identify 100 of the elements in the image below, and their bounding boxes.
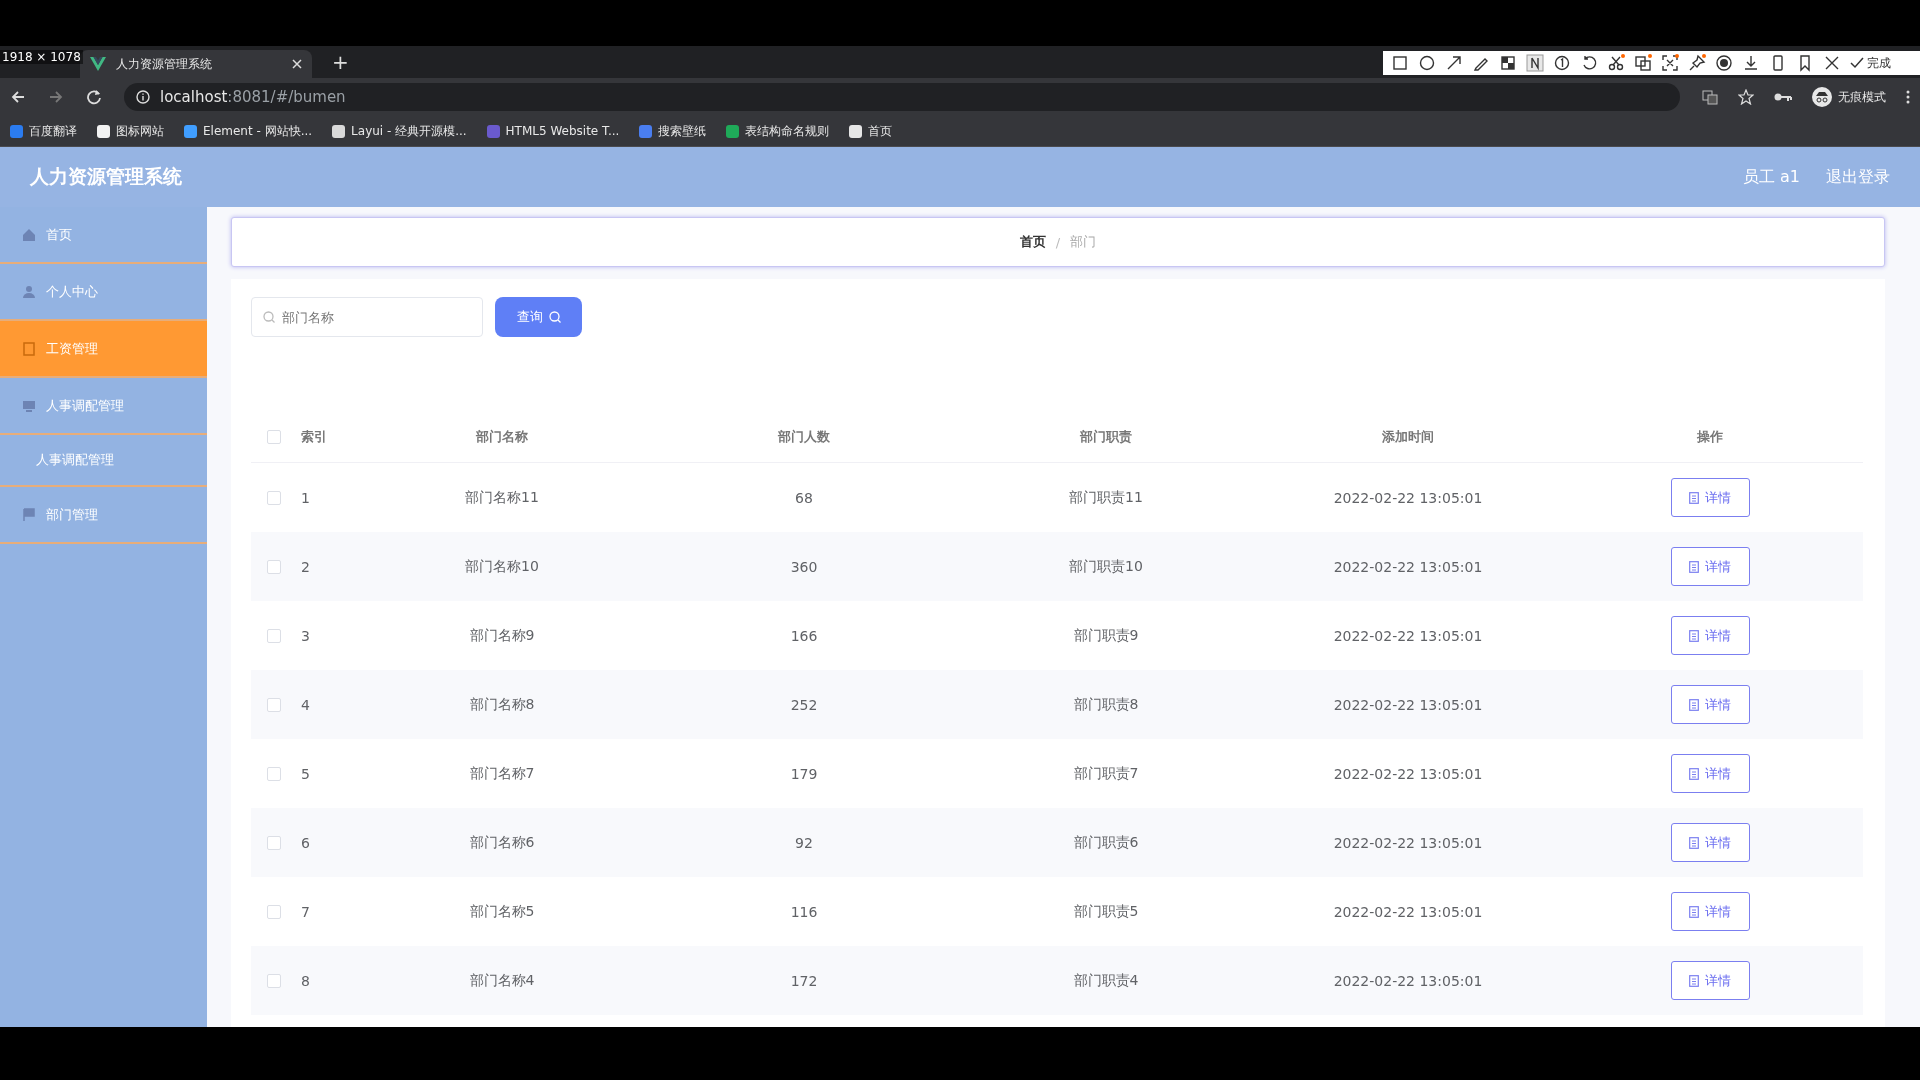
breadcrumb-item[interactable]: 部门 [1070,233,1097,251]
search-button[interactable]: 查询 [495,297,582,337]
checkbox[interactable] [267,697,281,712]
table-cell: 179 [790,765,818,782]
breadcrumb-separator: / [1055,234,1061,250]
column-header: 操作 [1697,428,1723,446]
table-cell: 8 [301,972,310,989]
address-bar[interactable]: localhost:8081/#/bumen [124,83,1680,111]
browser-tab[interactable]: 人力资源管理系统 [80,50,312,78]
forward-icon [48,89,64,105]
table-cell: 部门职责10 [1069,557,1143,576]
done-button[interactable]: 完成 [1850,54,1891,72]
bookmark[interactable]: 图标网站 [97,122,164,140]
rectangle-icon[interactable] [1391,54,1409,72]
bookmark[interactable]: 百度翻译 [10,122,77,140]
details-button[interactable]: 详情 [1670,685,1750,724]
search-field[interactable]: 部门名称 [251,297,483,337]
document-icon [1689,560,1699,573]
mosaic-icon[interactable] [1499,54,1517,72]
checkbox[interactable] [267,628,281,643]
table-cell: 2022-02-22 13:05:01 [1333,489,1483,506]
checkbox[interactable] [267,766,281,781]
breadcrumb-item[interactable]: 首页 [1019,233,1046,251]
bookmark[interactable]: 表结构命名规则 [726,122,830,140]
scissors-icon[interactable] [1607,54,1625,72]
details-button[interactable]: 详情 [1670,823,1750,862]
table-cell: 部门名称11 [465,488,539,507]
pin-icon[interactable] [1688,54,1706,72]
column-header: 部门职责 [1080,428,1132,446]
table-cell: 4 [301,696,310,713]
record-icon[interactable] [1715,54,1733,72]
table-cell: 2022-02-22 13:05:01 [1333,558,1483,575]
flag-icon [22,507,36,522]
download-icon[interactable] [1742,54,1760,72]
table-cell: 360 [790,558,818,575]
star-icon[interactable] [1738,89,1754,105]
search-icon [548,311,561,323]
circle-icon[interactable] [1418,54,1436,72]
key-icon[interactable] [1774,91,1792,103]
checkbox[interactable] [267,490,281,505]
document-icon [1689,974,1699,987]
close-icon[interactable] [292,59,302,69]
back-icon[interactable] [10,89,26,105]
profile-button[interactable]: 无痕模式 [1812,87,1886,107]
document-icon [1689,629,1699,642]
column-header: 部门人数 [778,428,830,446]
column-header: 部门名称 [476,428,528,446]
table-cell: 部门职责7 [1073,764,1139,783]
bookmark[interactable]: Element - 网站快... [184,122,313,140]
details-button[interactable]: 详情 [1670,547,1750,586]
column-header: 添加时间 [1382,428,1434,446]
more-icon[interactable] [1906,90,1910,104]
table-cell: 部门名称7 [469,764,535,783]
checkbox[interactable] [267,430,281,444]
details-button[interactable]: 详情 [1670,892,1750,931]
bookmark[interactable]: 首页 [849,122,893,140]
checkbox[interactable] [267,559,281,574]
details-button[interactable]: 详情 [1670,961,1750,1000]
table-cell: 部门名称4 [469,971,535,990]
table-cell: 3 [301,627,310,644]
table-cell: 172 [790,972,818,989]
user-name: 员工 a1 [1742,166,1800,188]
size-label: 1918 × 1078 [0,50,83,64]
table-cell: 1 [301,489,310,506]
details-button[interactable]: 详情 [1670,616,1750,655]
checkbox[interactable] [267,973,281,988]
reload-icon[interactable] [86,89,102,105]
table-cell: 部门职责9 [1073,626,1139,645]
home-icon [22,227,36,242]
bookmark[interactable]: HTML5 Website T... [486,124,620,138]
table-cell: 2 [301,558,310,575]
table-cell: 部门名称6 [469,833,535,852]
table-cell: 166 [790,627,818,644]
bookmark[interactable]: Layui - 经典开源模... [332,122,467,140]
text-icon[interactable] [1526,54,1544,72]
table-cell: 部门职责4 [1073,971,1139,990]
table-cell: 92 [795,834,813,851]
table-cell: 部门职责5 [1073,902,1139,921]
details-button[interactable]: 详情 [1670,754,1750,793]
document-icon [22,341,36,356]
tab-title: 人力资源管理系统 [116,55,213,73]
vue-logo-icon [90,57,106,71]
table-cell: 2022-02-22 13:05:01 [1333,627,1483,644]
checkbox[interactable] [267,904,281,919]
arrow-icon[interactable] [1445,54,1463,72]
table-cell: 部门职责11 [1069,488,1143,507]
number-icon[interactable] [1553,54,1571,72]
bookmark[interactable]: 搜索壁纸 [639,122,707,140]
details-button[interactable]: 详情 [1670,478,1750,517]
table-cell: 6 [301,834,310,851]
document-icon [1689,491,1699,504]
incognito-icon [1812,87,1832,107]
table-cell: 部门名称10 [465,557,539,576]
scan-icon[interactable] [1661,54,1679,72]
table-cell: 2022-02-22 13:05:01 [1333,903,1483,920]
close-icon[interactable] [1823,54,1841,72]
table-cell: 部门名称8 [469,695,535,714]
document-icon [1689,905,1699,918]
checkbox[interactable] [267,835,281,850]
new-tab-button[interactable]: + [332,50,349,74]
